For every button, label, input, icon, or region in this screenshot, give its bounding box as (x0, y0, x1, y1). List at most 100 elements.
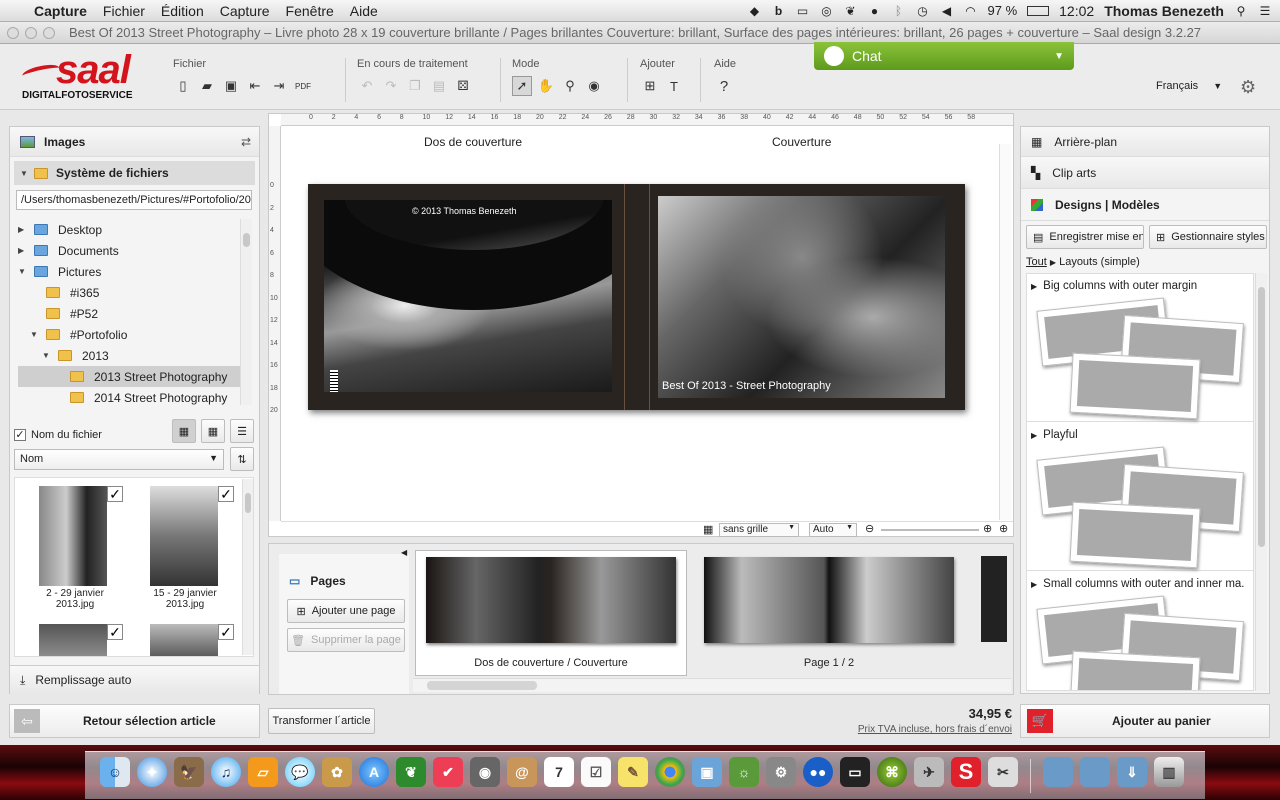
triangle-down-icon[interactable]: ▼ (18, 267, 28, 276)
menu-app-name[interactable]: Capture (26, 3, 95, 19)
add-page-button[interactable]: ⊞ Ajouter une page (287, 599, 405, 623)
triangle-down-icon[interactable]: ▼ (42, 351, 52, 360)
photo-thumbnail[interactable] (39, 486, 107, 586)
terminal-icon[interactable]: ▭ (840, 757, 870, 787)
selected-check-icon[interactable]: ✓ (107, 486, 123, 502)
selected-check-icon[interactable]: ✓ (218, 624, 234, 640)
cover-title-text[interactable]: Best Of 2013 - Street Photography (662, 380, 831, 392)
export-icon[interactable]: ⇥ (269, 76, 289, 96)
tree-item[interactable]: ▼ #Portofolio (18, 324, 240, 345)
trash-icon[interactable]: ▥ (1154, 757, 1184, 787)
new-file-icon[interactable]: ▯ (173, 76, 193, 96)
camera-icon[interactable]: ◉ (470, 757, 500, 787)
finder-icon[interactable]: ☺ (100, 757, 130, 787)
path-field[interactable]: /Users/thomasbenezeth/Pictures/#Portofol… (16, 190, 252, 210)
import-icon[interactable]: ⇤ (245, 76, 265, 96)
messages-icon[interactable]: 💬 (285, 757, 315, 787)
gear-icon[interactable]: ⚙ (1240, 77, 1256, 98)
app-icon[interactable]: ✿ (322, 757, 352, 787)
triangle-down-icon[interactable]: ▼ (30, 330, 40, 339)
transform-article-button[interactable]: Transformer l´article (268, 708, 375, 734)
hand-icon[interactable]: ✋ (536, 76, 556, 96)
saal-app-icon[interactable]: S (951, 757, 981, 787)
back-cover-photo[interactable]: © 2013 Thomas Benezeth (324, 200, 612, 392)
scissors-icon[interactable]: ✂ (988, 757, 1018, 787)
dice-icon[interactable]: ⚄ (453, 76, 473, 96)
layout-preview-card[interactable] (1069, 650, 1201, 690)
spotlight-icon[interactable]: ⚲ (1234, 5, 1248, 17)
thumbs-scrollbar[interactable] (242, 479, 253, 655)
add-to-cart-button[interactable]: 🛒 Ajouter au panier (1020, 704, 1270, 738)
layout-preview-card[interactable] (1069, 501, 1201, 569)
tree-item[interactable]: #i365 (18, 282, 240, 303)
copy-icon[interactable]: ❐ (405, 76, 425, 96)
dropbox-icon[interactable]: ◆ (748, 5, 762, 17)
large-grid-view-button[interactable]: ▦ (172, 419, 196, 443)
bluetooth-icon[interactable]: ᛒ (892, 5, 906, 17)
photo-app-icon[interactable]: 🦅 (174, 757, 204, 787)
save-icon[interactable]: ▣ (221, 76, 241, 96)
safari-icon[interactable]: ✦ (137, 757, 167, 787)
globe-icon[interactable]: ⌘ (877, 757, 907, 787)
style-manager-button[interactable]: ⊞ Gestionnaire styles (1149, 225, 1267, 249)
close-window-button[interactable] (7, 26, 19, 39)
folder-icon[interactable] (1043, 757, 1073, 787)
images-header[interactable]: Images ⇄ (10, 127, 259, 157)
designs-header[interactable]: Designs | Modèles (1021, 189, 1269, 221)
system-preferences-icon[interactable]: ⚙ (766, 757, 796, 787)
sort-select[interactable]: Nom ▼ (14, 449, 224, 470)
clipart-header[interactable]: ▚ Clip arts (1021, 157, 1269, 189)
layout-section-header[interactable]: ▶ Playful (1031, 429, 1078, 441)
photo-thumbnail[interactable] (150, 624, 218, 656)
zoom-select[interactable]: Auto ▼ (809, 523, 857, 537)
face-icon[interactable]: ● (868, 5, 882, 17)
tree-item[interactable]: ▶ Desktop (18, 219, 240, 240)
address-book-icon[interactable]: @ (507, 757, 537, 787)
filename-checkbox[interactable]: ✓ (14, 429, 26, 441)
triangle-right-icon[interactable]: ▶ (1031, 431, 1037, 440)
volume-icon[interactable]: ◀ (940, 5, 954, 17)
front-cover-photo[interactable]: Best Of 2013 - Street Photography (658, 196, 945, 398)
notes-icon[interactable]: ✎ (618, 757, 648, 787)
layout-section-header[interactable]: ▶ Big columns with outer margin (1031, 280, 1197, 292)
collapse-arrow-icon[interactable]: ◀ (401, 548, 407, 557)
chrome-icon[interactable] (655, 757, 685, 787)
layout-section[interactable]: ▶ Playful (1027, 423, 1253, 571)
save-layout-button[interactable]: ▤ Enregistrer mise en (1026, 225, 1144, 249)
tree-item[interactable]: #P52 (18, 303, 240, 324)
undo-icon[interactable]: ↶ (357, 76, 377, 96)
add-text-icon[interactable]: T (664, 76, 684, 96)
zoom-fit-icon[interactable]: ⊕ (999, 522, 1008, 535)
tree-item[interactable]: ▼ 2013 (18, 345, 240, 366)
page-thumb-next[interactable] (981, 556, 1007, 642)
triangle-right-icon[interactable]: ▶ (18, 246, 28, 255)
battery-level[interactable]: 97 % (988, 3, 1018, 18)
background-header[interactable]: ▦ Arrière-plan (1021, 127, 1269, 157)
folder-icon[interactable] (1080, 757, 1110, 787)
back-button[interactable]: ⇦ Retour sélection article (9, 704, 260, 738)
menu-fenetre[interactable]: Fenêtre (278, 3, 342, 19)
evernote-icon[interactable]: ❦ (396, 757, 426, 787)
menu-aide[interactable]: Aide (342, 3, 386, 19)
layout-section[interactable]: ▶ Big columns with outer margin (1027, 274, 1253, 422)
reminders-icon[interactable]: ☑ (581, 757, 611, 787)
price-note[interactable]: Prix TVA incluse, hors frais d´envoi (810, 724, 1012, 735)
triangle-right-icon[interactable]: ▶ (1031, 282, 1037, 291)
filename-toggle[interactable]: ✓ Nom du fichier (14, 429, 102, 441)
time-machine-icon[interactable]: ◷ (916, 5, 930, 17)
redo-icon[interactable]: ↷ (381, 76, 401, 96)
layouts-scrollbar[interactable] (1255, 273, 1267, 691)
breadcrumb-all[interactable]: Tout (1026, 256, 1047, 268)
delete-page-button[interactable]: 🗑 Supprimer la page (287, 628, 405, 652)
pdf-icon[interactable]: PDF (293, 76, 313, 96)
zoom-window-button[interactable] (43, 26, 55, 39)
cover-spread[interactable]: © 2013 Thomas Benezeth Best Of 2013 - St… (308, 184, 965, 410)
selected-check-icon[interactable]: ✓ (107, 624, 123, 640)
breadcrumb-layouts[interactable]: Layouts (simple) (1059, 256, 1140, 268)
menu-edition[interactable]: Édition (153, 3, 212, 19)
downloads-folder-icon[interactable]: ⇓ (1117, 757, 1147, 787)
thumbs-scroll-knob[interactable] (245, 493, 251, 513)
autofill-bar[interactable]: ⤓ Remplissage auto (10, 665, 259, 694)
preview-icon[interactable]: ▣ (692, 757, 722, 787)
pointer-icon[interactable]: ➚ (512, 76, 532, 96)
